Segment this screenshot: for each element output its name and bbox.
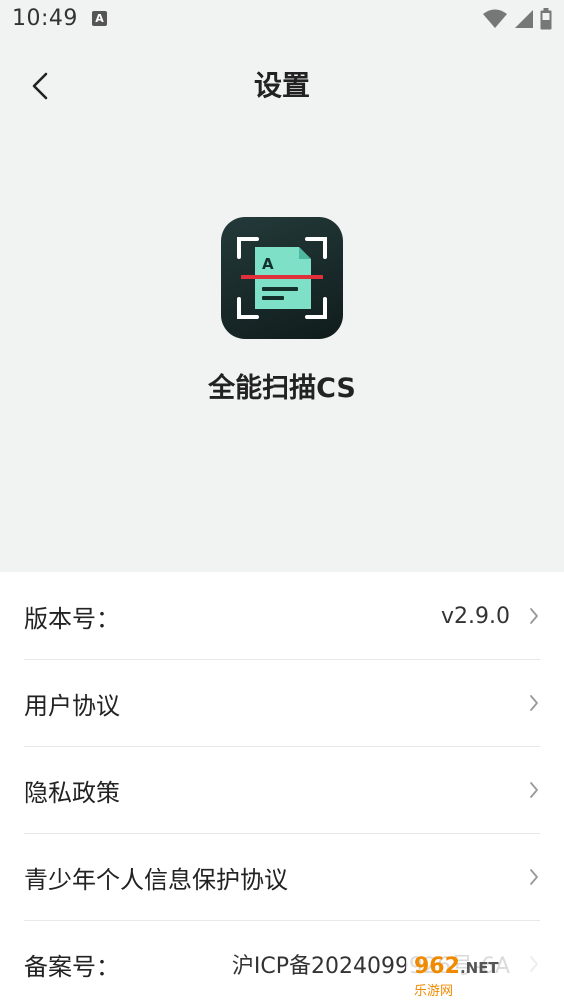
app-name: 全能扫描CS xyxy=(208,373,356,404)
status-icons xyxy=(482,8,552,30)
user-agreement-row[interactable]: 用户协议 xyxy=(24,660,540,747)
youth-privacy-agreement-row[interactable]: 青少年个人信息保护协议 xyxy=(24,834,540,921)
privacy-policy-label: 隐私政策 xyxy=(24,778,120,807)
watermark-suffix: .NET xyxy=(459,958,499,977)
version-value: v2.9.0 xyxy=(441,603,510,629)
version-label: 版本号： xyxy=(24,604,120,633)
notification-icon: A xyxy=(92,11,107,26)
app-logo: A xyxy=(221,217,343,339)
watermark-sub: 乐游网 xyxy=(414,983,454,999)
status-bar: 10:49 A xyxy=(0,0,564,38)
version-row[interactable]: 版本号： v2.9.0 xyxy=(24,573,540,660)
chevron-right-icon xyxy=(530,782,538,798)
cellular-signal-icon xyxy=(515,10,533,28)
back-button[interactable] xyxy=(22,66,58,106)
watermark-main: 962 xyxy=(414,953,460,979)
chevron-right-icon xyxy=(530,695,538,711)
privacy-policy-row[interactable]: 隐私政策 xyxy=(24,747,540,834)
user-agreement-label: 用户协议 xyxy=(24,691,120,720)
chevron-right-icon xyxy=(530,608,538,624)
icp-record-label: 备案号： xyxy=(24,952,120,981)
chevron-right-icon xyxy=(530,869,538,885)
settings-list: 版本号： v2.9.0 用户协议 隐私政策 青少年个人信息保护协议 备案号： 沪… xyxy=(0,573,564,1007)
logo-letter: A xyxy=(262,255,274,273)
status-time: 10:49 xyxy=(12,6,78,31)
youth-privacy-agreement-label: 青少年个人信息保护协议 xyxy=(24,865,288,894)
site-watermark: 962.NET 乐游网 xyxy=(406,954,558,1000)
battery-icon xyxy=(540,8,552,30)
wifi-icon xyxy=(483,9,507,28)
watermark-logo: 962.NET 乐游网 xyxy=(414,953,499,999)
scanner-logo-icon: A xyxy=(237,237,327,319)
chevron-left-icon xyxy=(32,72,48,100)
